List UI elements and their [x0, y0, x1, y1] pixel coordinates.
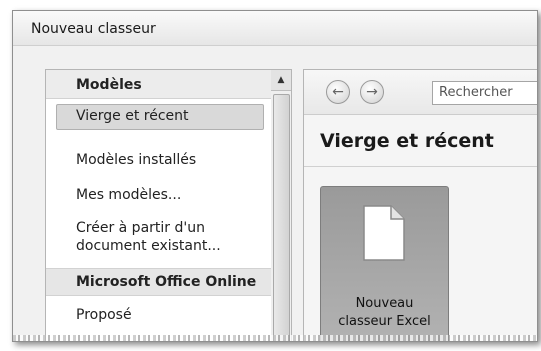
sidebar-item-from-existing[interactable]: Créer à partir d'un document existant... [56, 218, 262, 258]
section-office-online: Microsoft Office Online [46, 268, 272, 296]
sidebar-item-label-line2: document existant... [76, 238, 221, 254]
search-input-text: Rechercher [439, 85, 513, 100]
nav-toolbar: ← → Rechercher [304, 70, 537, 115]
tile-label-line2: classeur Excel [338, 314, 431, 329]
section-title: Vierge et récent [320, 130, 494, 152]
search-input[interactable]: Rechercher [432, 81, 537, 105]
new-workbook-dialog: Nouveau classeur Modèles Vierge et récen… [12, 10, 538, 342]
dialog-title: Nouveau classeur [31, 21, 156, 37]
tile-label-line1: Nouveau [355, 296, 414, 311]
scroll-up-arrow-icon[interactable]: ▲ [271, 70, 291, 91]
content-pane: ← → Rechercher Vierge et récent Nouveau … [303, 69, 537, 341]
scroll-thumb[interactable] [273, 94, 290, 341]
forward-arrow-icon[interactable]: → [360, 80, 384, 104]
title-bar: Nouveau classeur [13, 11, 537, 46]
tile-label: Nouveau classeur Excel [321, 295, 448, 331]
sidebar-item-label: Proposé [76, 307, 132, 323]
sidebar-item-blank-recent[interactable]: Vierge et récent [56, 104, 264, 130]
sidebar-item-label: Mes modèles... [76, 187, 182, 203]
back-arrow-icon[interactable]: ← [326, 80, 350, 104]
sidebar-item-label-line1: Créer à partir d'un [76, 220, 205, 236]
templates-header: Modèles [46, 70, 272, 99]
templates-scrollbar[interactable]: ▲ [271, 69, 292, 341]
templates-header-label: Modèles [76, 77, 142, 93]
sidebar-item-installed-templates[interactable]: Modèles installés [56, 150, 262, 172]
section-office-online-label: Microsoft Office Online [76, 274, 257, 290]
sidebar-item-label: Vierge et récent [76, 108, 189, 124]
new-workbook-tile[interactable]: Nouveau classeur Excel [320, 186, 449, 341]
screenshot-frame: Nouveau classeur Modèles Vierge et récen… [0, 0, 541, 351]
sidebar-item-label: Modèles installés [76, 152, 197, 168]
sidebar-item-my-templates[interactable]: Mes modèles... [56, 185, 262, 207]
divider [304, 166, 537, 167]
templates-pane: Modèles Vierge et récent Modèles install… [45, 69, 273, 341]
blank-document-icon [363, 205, 405, 261]
sidebar-item-featured[interactable]: Proposé [56, 304, 262, 326]
